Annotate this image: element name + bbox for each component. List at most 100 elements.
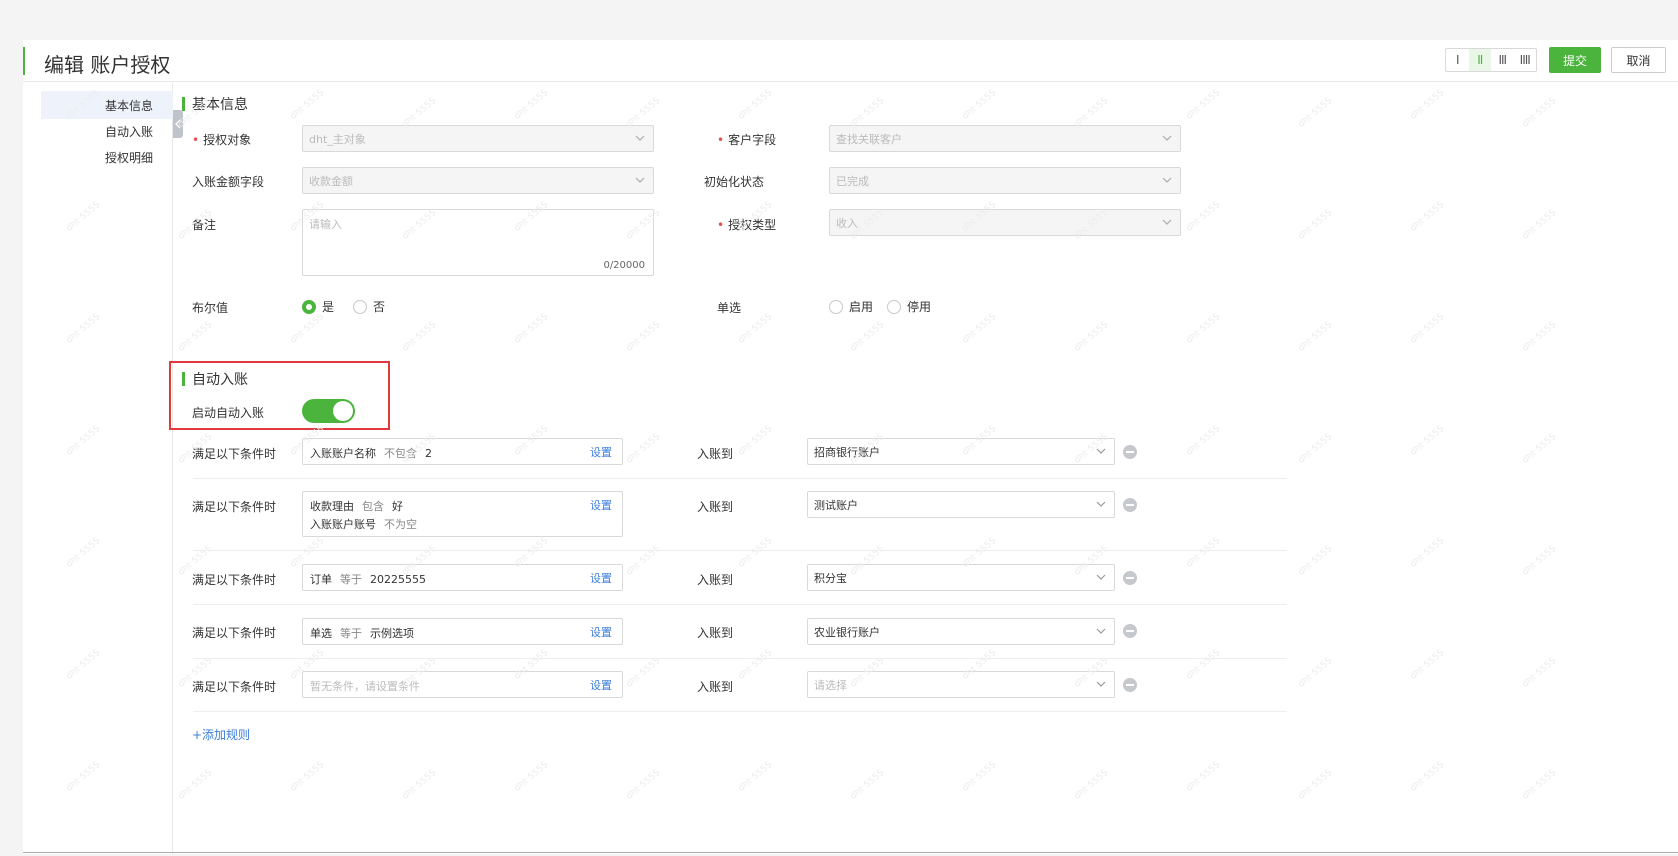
watermark-text: dht 5555 bbox=[848, 320, 887, 354]
watermark-text: dht 5555 bbox=[736, 312, 775, 346]
condition-field: 入账账户名称 bbox=[310, 447, 376, 460]
add-rule-link[interactable]: +添加规则 bbox=[192, 726, 250, 743]
condition-value: 示例选项 bbox=[370, 627, 414, 640]
init-status-select[interactable]: 已完成 bbox=[829, 167, 1181, 194]
remove-rule-5-icon[interactable] bbox=[1123, 678, 1137, 692]
watermark-text: dht 5555 bbox=[1184, 200, 1223, 234]
rule-4-condition-box[interactable]: 单选 等于 示例选项 设置 bbox=[302, 618, 623, 645]
layout-4-column-button[interactable]: IIII bbox=[1514, 49, 1537, 71]
rule-divider bbox=[193, 550, 1287, 551]
watermark-text: dht 5555 bbox=[736, 760, 775, 794]
customer-field-select[interactable]: 查找关联客户 bbox=[829, 125, 1181, 152]
watermark-text: dht 5555 bbox=[400, 768, 439, 802]
customer-field-label-text: 客户字段 bbox=[728, 133, 777, 147]
nav-item-auto-posting[interactable]: 自动入账 bbox=[41, 117, 173, 145]
rule-5-target-label: 入账到 bbox=[697, 680, 734, 694]
watermark-text: dht 5555 bbox=[288, 312, 327, 346]
rule-5-set-button[interactable]: 设置 bbox=[590, 677, 612, 693]
rule-5-target-placeholder: 请选择 bbox=[814, 678, 847, 692]
rule-1-condition-box[interactable]: 入账账户名称 不包含 2 设置 bbox=[302, 438, 623, 465]
rule-3-set-button[interactable]: 设置 bbox=[590, 570, 612, 586]
watermark-text: dht 5555 bbox=[1520, 544, 1559, 578]
watermark-text: dht 5555 bbox=[624, 768, 663, 802]
rule-3-label: 满足以下条件时 bbox=[192, 573, 277, 587]
rule-1-target-label: 入账到 bbox=[697, 447, 734, 461]
single-option-disable[interactable]: 停用 bbox=[887, 298, 931, 315]
rule-1-set-button[interactable]: 设置 bbox=[590, 444, 612, 460]
condition-value: 20225555 bbox=[370, 572, 426, 586]
condition-field: 订单 bbox=[310, 573, 332, 586]
amount-field-value: 收款金额 bbox=[309, 174, 353, 188]
init-status-label: 初始化状态 bbox=[704, 175, 765, 189]
customer-field-label: • 客户字段 bbox=[717, 133, 777, 147]
section-title-auto-text: 自动入账 bbox=[192, 372, 248, 388]
watermark-text: dht 5555 bbox=[1520, 96, 1559, 130]
watermark-text: dht 5555 bbox=[512, 312, 551, 346]
rule-2-set-button[interactable]: 设置 bbox=[590, 497, 612, 513]
watermark-text: dht 5555 bbox=[512, 88, 551, 122]
boolean-option-yes-label: 是 bbox=[322, 300, 335, 314]
rule-2-condition-box[interactable]: 收款理由 包含好 入账账户账号 不为空 设置 bbox=[302, 491, 623, 537]
watermark-text: dht 5555 bbox=[176, 768, 215, 802]
layout-1-column-button[interactable]: I bbox=[1446, 49, 1469, 71]
auto-toggle-label: 启动自动入账 bbox=[192, 406, 265, 420]
watermark-text: dht 5555 bbox=[1408, 536, 1447, 570]
watermark-text: dht 5555 bbox=[1296, 320, 1335, 354]
remove-rule-4-icon[interactable] bbox=[1123, 624, 1137, 638]
condition-line: 订单 等于 20225555 bbox=[310, 570, 615, 588]
rule-4-target-label: 入账到 bbox=[697, 626, 734, 640]
section-nav: 基本信息 自动入账 授权明细 bbox=[23, 83, 173, 854]
auth-object-label: • 授权对象 bbox=[192, 133, 252, 147]
condition-value: 好 bbox=[392, 500, 403, 513]
submit-button[interactable]: 提交 bbox=[1549, 47, 1601, 73]
watermark-text: dht 5555 bbox=[1072, 320, 1111, 354]
watermark-text: dht 5555 bbox=[624, 432, 663, 466]
amount-field-label: 入账金额字段 bbox=[192, 175, 265, 189]
watermark-text: dht 5555 bbox=[960, 760, 999, 794]
nav-item-auth-detail[interactable]: 授权明细 bbox=[41, 143, 173, 171]
rule-4-label: 满足以下条件时 bbox=[192, 626, 277, 640]
init-status-value: 已完成 bbox=[836, 174, 869, 188]
nav-item-basic-info[interactable]: 基本信息 bbox=[41, 91, 173, 119]
watermark-text: dht 5555 bbox=[624, 656, 663, 690]
page-header: 编辑 账户授权 I II III IIII 提交 取消 bbox=[23, 40, 1678, 82]
condition-operator: 包含 bbox=[362, 500, 384, 513]
customer-field-value: 查找关联客户 bbox=[836, 132, 902, 146]
watermark-text: dht 5555 bbox=[1184, 648, 1223, 682]
rule-5-condition-box[interactable]: 暂无条件，请设置条件 设置 bbox=[302, 671, 623, 698]
chevron-down-icon bbox=[1096, 628, 1106, 634]
remark-textarea[interactable]: 请输入 0/20000 bbox=[302, 209, 654, 276]
watermark-text: dht 5555 bbox=[288, 760, 327, 794]
watermark-text: dht 5555 bbox=[1520, 208, 1559, 242]
rule-3-condition-box[interactable]: 订单 等于 20225555 设置 bbox=[302, 564, 623, 591]
layout-2-column-button[interactable]: II bbox=[1468, 49, 1491, 71]
radio-unchecked-icon bbox=[829, 299, 843, 314]
auth-object-select[interactable]: dht_主对象 bbox=[302, 125, 654, 152]
amount-field-select[interactable]: 收款金额 bbox=[302, 167, 654, 194]
chevron-down-icon bbox=[1096, 501, 1106, 507]
rule-divider bbox=[193, 711, 1287, 712]
watermark-text: dht 5555 bbox=[400, 320, 439, 354]
boolean-option-no[interactable]: 否 bbox=[353, 298, 385, 315]
auth-object-label-text: 授权对象 bbox=[203, 133, 252, 147]
remove-rule-2-icon[interactable] bbox=[1123, 498, 1137, 512]
watermark-text: dht 5555 bbox=[1296, 432, 1335, 466]
remove-rule-1-icon[interactable] bbox=[1123, 445, 1137, 459]
condition-line: 单选 等于 示例选项 bbox=[310, 624, 615, 642]
auth-object-value: dht_主对象 bbox=[309, 132, 366, 146]
condition-operator: 等于 bbox=[340, 627, 362, 640]
watermark-text: dht 5555 bbox=[176, 320, 215, 354]
section-title-auto: 自动入账 bbox=[182, 369, 248, 389]
watermark-text: dht 5555 bbox=[1408, 200, 1447, 234]
rule-3-target-label: 入账到 bbox=[697, 573, 734, 587]
layout-3-column-button[interactable]: III bbox=[1491, 49, 1514, 71]
auto-posting-toggle[interactable] bbox=[302, 399, 355, 423]
watermark-text: dht 5555 bbox=[960, 312, 999, 346]
remove-rule-3-icon[interactable] bbox=[1123, 571, 1137, 585]
rule-4-target-select[interactable]: 农业银行账户 bbox=[807, 618, 1115, 645]
rule-2-target-select[interactable]: 测试账户 bbox=[807, 491, 1115, 518]
watermark-text: dht 5555 bbox=[1408, 760, 1447, 794]
cancel-button[interactable]: 取消 bbox=[1611, 47, 1666, 73]
rule-4-set-button[interactable]: 设置 bbox=[590, 624, 612, 640]
single-option-enable[interactable]: 启用 bbox=[829, 298, 873, 315]
